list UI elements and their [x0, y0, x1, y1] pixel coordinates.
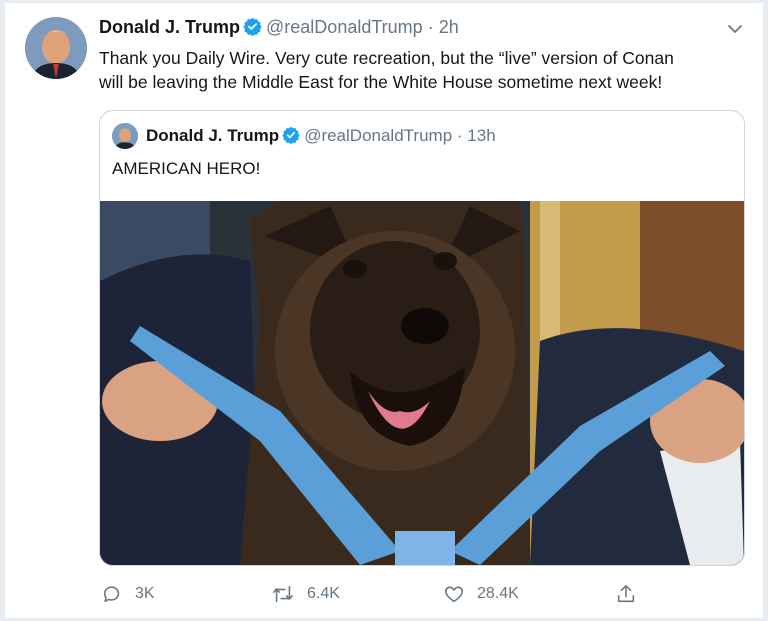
retweet-button[interactable]: 6.4K	[271, 579, 340, 609]
share-button[interactable]	[615, 579, 649, 609]
share-icon	[617, 584, 635, 603]
quoted-tweet[interactable]: Donald J. Trump @realDonaldTrump · 13h AM…	[99, 110, 745, 566]
quoted-author-handle: @realDonaldTrump	[304, 126, 453, 145]
author-handle[interactable]: @realDonaldTrump	[266, 17, 423, 37]
avatar-photo	[25, 17, 87, 79]
quoted-tweet-header: Donald J. Trump @realDonaldTrump · 13h	[146, 126, 496, 149]
separator-dot: ·	[456, 126, 463, 145]
tweet-card[interactable]: Donald J. Trump @realDonaldTrump · 2h Tha…	[4, 2, 764, 619]
tweet-actions: 3K 6.4K 28.4K	[99, 579, 745, 609]
chevron-down-icon[interactable]	[725, 19, 745, 39]
tweet-text-line: will be leaving the Middle East for the …	[99, 72, 663, 92]
quoted-author-name: Donald J. Trump	[146, 126, 280, 145]
author-avatar[interactable]	[25, 17, 87, 79]
heart-icon	[445, 586, 463, 603]
retweet-count: 6.4K	[307, 585, 340, 602]
dog-medal-photo	[100, 201, 744, 565]
like-button[interactable]: 28.4K	[443, 579, 519, 609]
quoted-tweet-image[interactable]	[100, 201, 744, 565]
reply-count: 3K	[135, 585, 155, 602]
like-count: 28.4K	[477, 585, 519, 602]
tweet-header: Donald J. Trump @realDonaldTrump · 2h	[99, 17, 459, 41]
tweet-text-line: Thank you Daily Wire. Very cute recreati…	[99, 48, 674, 68]
quoted-author-avatar[interactable]	[112, 123, 138, 149]
tweet-text: Thank you Daily Wire. Very cute recreati…	[99, 46, 739, 94]
verified-badge-icon	[282, 126, 300, 149]
avatar-photo	[112, 123, 138, 149]
separator-dot: ·	[427, 17, 434, 37]
retweet-icon	[273, 585, 293, 603]
tweet-timestamp[interactable]: 2h	[439, 17, 459, 37]
verified-badge-icon	[243, 17, 262, 41]
reply-icon	[103, 586, 120, 603]
author-name[interactable]: Donald J. Trump	[99, 17, 240, 37]
quoted-tweet-timestamp: 13h	[467, 126, 496, 145]
quoted-tweet-text: AMERICAN HERO!	[112, 159, 261, 178]
reply-button[interactable]: 3K	[101, 579, 155, 609]
